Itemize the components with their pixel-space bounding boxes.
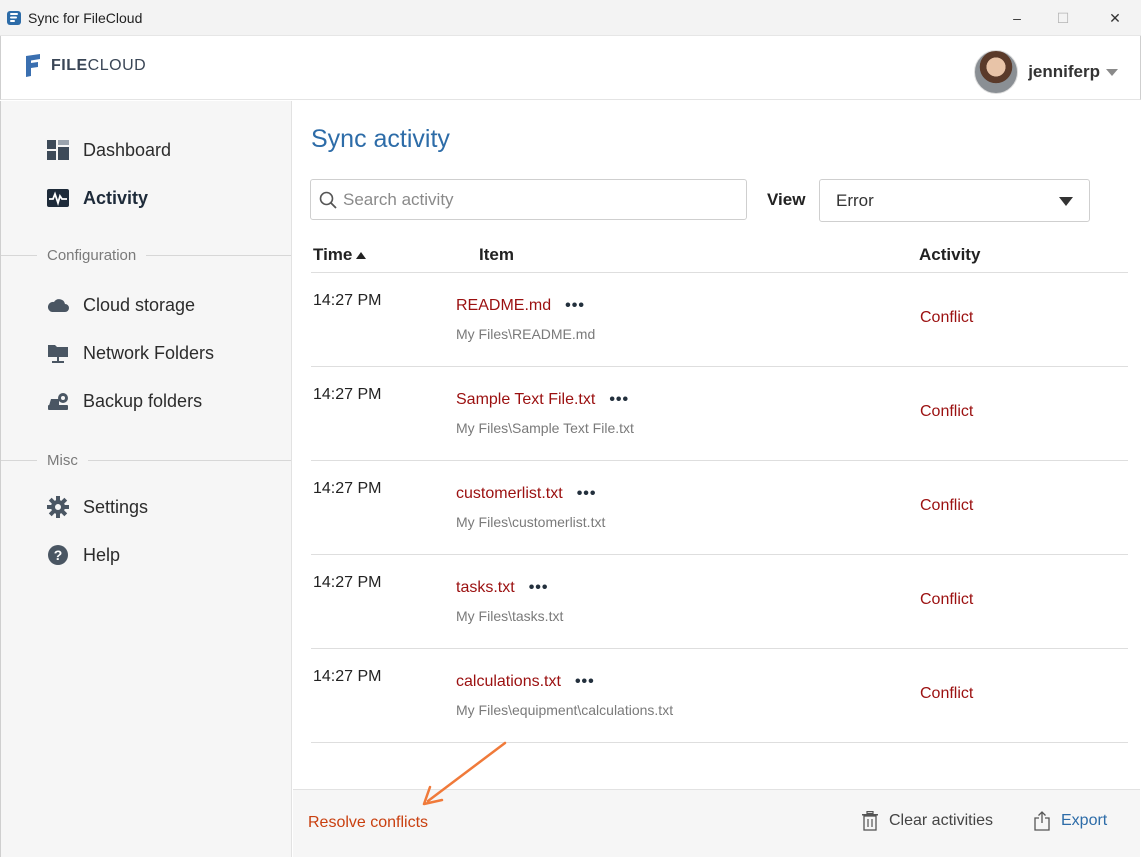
row-item-name[interactable]: README.md	[456, 297, 551, 315]
section-misc: Misc	[1, 450, 293, 470]
table-row: 14:27 PM Sample Text File.txt ••• My File…	[311, 367, 1128, 461]
sidebar-item-network-folders[interactable]: Network Folders	[47, 340, 214, 366]
table-row: 14:27 PM tasks.txt ••• My Files\tasks.txt…	[311, 555, 1128, 649]
row-item-path: My Files\README.md	[456, 326, 596, 342]
row-activity: Conflict	[920, 685, 974, 702]
more-options-icon[interactable]: •••	[577, 485, 597, 503]
logo-text-rest: CLOUD	[87, 57, 147, 74]
sidebar-item-settings[interactable]: Settings	[47, 494, 148, 520]
table-row: 14:27 PM calculations.txt ••• My Files\eq…	[311, 649, 1128, 743]
row-time: 14:27 PM	[313, 480, 382, 497]
section-configuration: Configuration	[1, 245, 293, 265]
gear-icon	[47, 496, 69, 518]
sidebar-item-label: Settings	[83, 496, 149, 517]
window-title: Sync for FileCloud	[28, 10, 143, 26]
more-options-icon[interactable]: •••	[609, 391, 629, 409]
row-time: 14:27 PM	[313, 386, 382, 403]
row-item-path: My Files\customerlist.txt	[456, 514, 606, 530]
table-row: 14:27 PM customerlist.txt ••• My Files\cu…	[311, 461, 1128, 555]
row-activity: Conflict	[920, 591, 974, 608]
sidebar-item-help[interactable]: ? Help	[47, 542, 120, 568]
sidebar-item-label: Dashboard	[83, 139, 172, 160]
row-time: 14:27 PM	[313, 574, 382, 591]
activity-footer: Resolve conflicts Clear activities Expor…	[293, 789, 1140, 857]
section-label: Configuration	[47, 246, 137, 264]
search-box[interactable]	[310, 179, 747, 220]
backup-icon	[47, 390, 69, 412]
sidebar-item-cloud-storage[interactable]: Cloud storage	[47, 292, 195, 318]
view-filter-value: Error	[836, 190, 874, 210]
column-header-item: Item	[479, 245, 514, 264]
page-title: Sync activity	[311, 125, 450, 153]
logo-text-bold: FILE	[51, 57, 88, 74]
sidebar-item-label: Help	[83, 544, 121, 565]
section-label: Misc	[47, 451, 78, 469]
user-menu[interactable]: jenniferp	[974, 50, 1118, 94]
table-row: 14:27 PM README.md ••• My Files\README.md…	[311, 273, 1128, 367]
main-content: Sync activity View Error Time Item Activ…	[293, 101, 1140, 789]
resolve-conflicts-link[interactable]: Resolve conflicts	[308, 814, 428, 832]
export-button[interactable]: Export	[1033, 811, 1107, 831]
row-item-name[interactable]: customerlist.txt	[456, 485, 563, 503]
row-item-name[interactable]: calculations.txt	[456, 673, 561, 691]
row-item-path: My Files\Sample Text File.txt	[456, 420, 634, 436]
row-activity: Conflict	[920, 309, 974, 326]
export-icon	[1033, 811, 1051, 831]
activity-icon	[47, 187, 69, 209]
more-options-icon[interactable]: •••	[575, 673, 595, 691]
sidebar-item-backup-folders[interactable]: Backup folders	[47, 388, 202, 414]
dashboard-icon	[47, 139, 69, 161]
avatar[interactable]	[974, 50, 1019, 94]
row-activity: Conflict	[920, 403, 974, 420]
sidebar-item-activity[interactable]: Activity	[47, 185, 148, 211]
view-filter-select[interactable]: Error	[819, 179, 1090, 222]
row-item-name[interactable]: tasks.txt	[456, 579, 515, 597]
more-options-icon[interactable]: •••	[529, 579, 549, 597]
column-header-time[interactable]: Time	[313, 245, 367, 265]
username[interactable]: jenniferp	[1028, 62, 1100, 82]
sidebar-item-label: Activity	[83, 187, 149, 208]
filecloud-app-icon	[7, 11, 21, 25]
filecloud-logo: FILECLOUD	[23, 54, 146, 78]
chevron-down-icon[interactable]	[1106, 68, 1118, 76]
filecloud-logo-icon	[26, 54, 40, 77]
row-item-name[interactable]: Sample Text File.txt	[456, 391, 595, 409]
activity-list: 14:27 PM README.md ••• My Files\README.md…	[311, 273, 1128, 743]
row-time: 14:27 PM	[313, 292, 382, 309]
chevron-down-icon	[1059, 197, 1073, 206]
close-button[interactable]: ✕	[1092, 0, 1138, 36]
row-item-path: My Files\tasks.txt	[456, 608, 564, 624]
trash-icon	[861, 811, 879, 831]
column-header-activity: Activity	[919, 245, 981, 264]
clear-activities-label: Clear activities	[889, 812, 994, 829]
row-item-path: My Files\equipment\calculations.txt	[456, 702, 674, 718]
sort-ascending-icon	[356, 251, 367, 259]
more-options-icon[interactable]: •••	[565, 297, 585, 315]
sidebar-item-label: Backup folders	[83, 390, 203, 411]
export-label: Export	[1061, 812, 1108, 829]
maximize-button[interactable]: ☐	[1040, 0, 1086, 36]
clear-activities-button[interactable]: Clear activities	[861, 811, 993, 831]
row-activity: Conflict	[920, 497, 974, 514]
search-icon	[319, 191, 337, 209]
sidebar-item-label: Network Folders	[83, 342, 215, 363]
sidebar: Dashboard Activity Configuration Cloud s…	[0, 101, 292, 857]
network-folder-icon	[47, 342, 69, 364]
app-header: FILECLOUD jenniferp	[0, 36, 1141, 100]
help-icon: ?	[47, 544, 69, 566]
sidebar-item-dashboard[interactable]: Dashboard	[47, 137, 171, 163]
view-label: View	[767, 190, 806, 209]
minimize-button[interactable]: –	[994, 0, 1040, 36]
search-input[interactable]	[343, 189, 723, 210]
sidebar-item-label: Cloud storage	[83, 294, 196, 315]
svg-text:?: ?	[54, 547, 63, 563]
row-time: 14:27 PM	[313, 668, 382, 685]
cloud-icon	[47, 294, 69, 316]
window-titlebar: Sync for FileCloud – ☐ ✕	[0, 0, 1141, 36]
table-header: Time Item Activity	[311, 241, 1128, 273]
